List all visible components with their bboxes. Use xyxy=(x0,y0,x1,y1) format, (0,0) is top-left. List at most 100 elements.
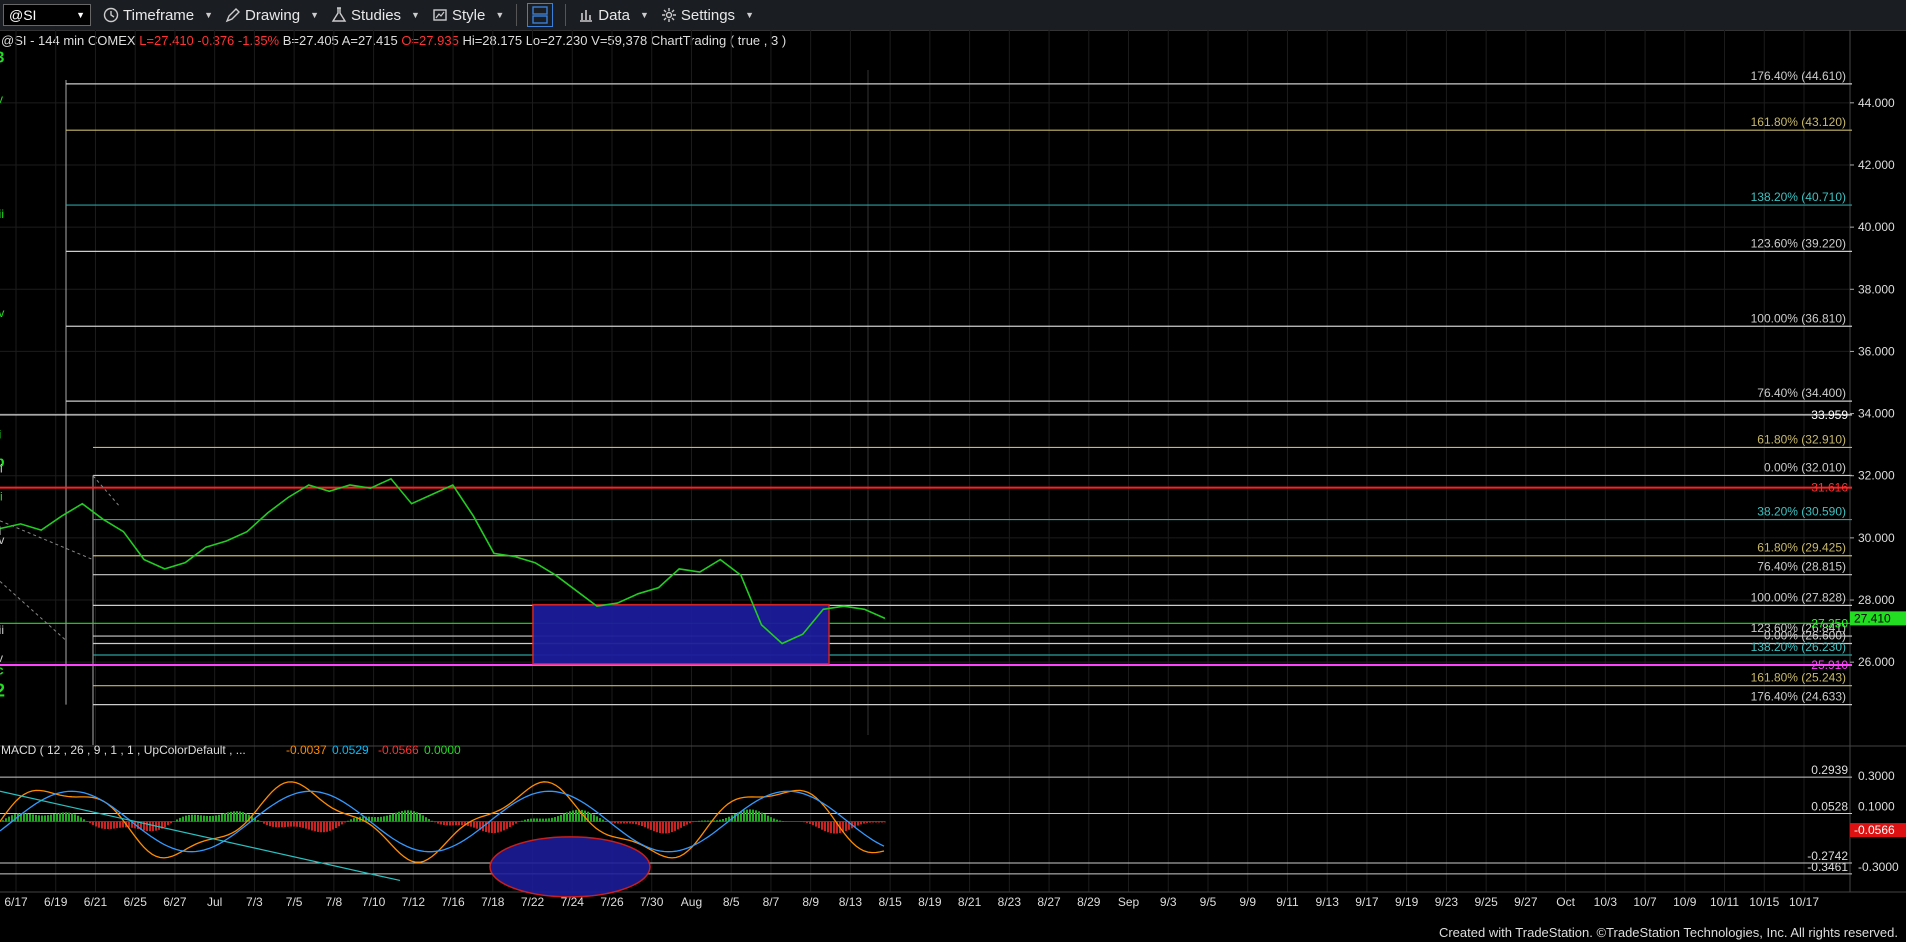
macd-histogram-bar xyxy=(596,816,598,822)
macd-value: -0.0566 xyxy=(378,743,419,757)
macd-histogram-bar xyxy=(620,821,622,824)
date-tick-label: 8/29 xyxy=(1077,895,1101,909)
wave-label: iv xyxy=(0,533,4,547)
macd-histogram-bar xyxy=(659,821,661,834)
date-tick-label: 7/30 xyxy=(640,895,664,909)
macd-histogram-bar xyxy=(167,821,169,826)
macd-histogram-bar xyxy=(572,810,574,822)
date-tick-label: 8/19 xyxy=(918,895,942,909)
studies-label: Studies xyxy=(351,6,402,24)
fib-level-label: 38.20% (30.590) xyxy=(1757,505,1846,519)
macd-histogram-bar xyxy=(119,821,121,828)
date-tick-label: 9/27 xyxy=(1514,895,1538,909)
macd-histogram-bar xyxy=(197,814,199,822)
macd-histogram-bar xyxy=(443,821,445,826)
macd-histogram-bar xyxy=(599,818,601,822)
chevron-down-icon: ▼ xyxy=(495,10,505,20)
panel-layout-icon xyxy=(532,6,548,24)
macd-histogram-bar xyxy=(146,821,148,831)
macd-histogram-bar xyxy=(449,821,451,826)
macd-tick-label: 0.3000 xyxy=(1858,769,1895,783)
macd-histogram-bar xyxy=(101,821,103,829)
symbol-value: @SI xyxy=(9,7,37,23)
drawing-button[interactable]: Drawing ▼ xyxy=(225,7,319,24)
macd-histogram-bar xyxy=(389,814,391,822)
macd-histogram-bar xyxy=(521,820,523,822)
macd-histogram-bar xyxy=(881,821,883,823)
date-tick-label: 7/8 xyxy=(326,895,343,909)
macd-histogram-bar xyxy=(617,821,619,824)
date-tick-label: 9/13 xyxy=(1316,895,1340,909)
macd-histogram-bar xyxy=(98,821,100,828)
macd-histogram-bar xyxy=(554,817,556,822)
macd-histogram-bar xyxy=(200,815,202,822)
data-button[interactable]: Data ▼ xyxy=(578,7,649,24)
macd-histogram-bar xyxy=(53,814,55,822)
macd-histogram-bar xyxy=(719,819,721,822)
macd-histogram-bar xyxy=(314,821,316,832)
macd-histogram-bar xyxy=(275,821,277,828)
style-icon xyxy=(433,9,447,21)
chevron-down-icon: ▼ xyxy=(411,10,420,20)
macd-histogram-bar xyxy=(569,811,571,822)
macd-histogram-bar xyxy=(344,821,346,823)
timeframe-button[interactable]: Timeframe ▼ xyxy=(103,7,213,24)
clock-icon xyxy=(103,7,119,23)
macd-histogram-bar xyxy=(815,821,817,827)
macd-histogram-bar xyxy=(401,810,403,822)
macd-histogram-bar xyxy=(65,812,67,822)
fib-level-label: 161.80% (25.243) xyxy=(1751,671,1846,685)
pencil-icon xyxy=(225,8,241,23)
macd-histogram-bar xyxy=(350,819,352,822)
macd-histogram-bar xyxy=(71,813,73,822)
macd-histogram-bar xyxy=(353,818,355,822)
symbol-selector[interactable]: @SI ▼ xyxy=(3,4,91,26)
macd-histogram-bar xyxy=(632,821,634,824)
macd-histogram-bar xyxy=(170,821,172,824)
macd-histogram-bar xyxy=(236,811,238,822)
settings-button[interactable]: Settings ▼ xyxy=(661,7,754,24)
macd-histogram-bar xyxy=(221,814,223,822)
macd-histogram-bar xyxy=(224,813,226,822)
style-button[interactable]: Style ▼ xyxy=(432,7,504,24)
price-tick-label: 26.000 xyxy=(1858,655,1895,669)
macd-histogram-bar xyxy=(245,813,247,822)
wave-label: 3 xyxy=(0,49,5,66)
wave-label: 2 xyxy=(0,680,5,700)
date-tick-label: 10/9 xyxy=(1673,895,1697,909)
price-chart[interactable]: 176.40% (44.610) 161.80% (43.120) 138.20% … xyxy=(0,30,1906,942)
studies-button[interactable]: Studies ▼ xyxy=(331,7,420,24)
macd-histogram-bar xyxy=(206,815,208,822)
macd-histogram-bar xyxy=(605,820,607,822)
layout-toggle-button[interactable] xyxy=(527,3,554,27)
macd-histogram-bar xyxy=(347,820,349,822)
macd-histogram-bar xyxy=(527,819,529,822)
macd-histogram-bar xyxy=(806,821,808,823)
macd-histogram-bar xyxy=(263,821,265,824)
macd-histogram-bar xyxy=(821,821,823,830)
fib-level-label: 176.40% (24.633) xyxy=(1751,690,1846,704)
macd-histogram-bar xyxy=(83,819,85,822)
macd-histogram-bar xyxy=(122,821,124,828)
macd-histogram-bar xyxy=(581,809,583,822)
wave-label: c xyxy=(0,663,4,678)
macd-histogram-bar xyxy=(638,821,640,826)
macd-histogram-bar xyxy=(515,821,517,824)
date-tick-label: 7/18 xyxy=(481,895,505,909)
macd-title: MACD ( 12 , 26 , 9 , 1 , 1 , UpColorDefa… xyxy=(1,743,246,757)
macd-tick-label: 0.1000 xyxy=(1858,799,1895,813)
fib-level-label: 100.00% (36.810) xyxy=(1751,311,1846,325)
date-tick-label: 7/3 xyxy=(246,895,263,909)
wave-label: ii xyxy=(0,490,3,504)
macd-histogram-bar xyxy=(233,811,235,822)
macd-histogram-bar xyxy=(419,813,421,822)
macd-histogram-bar xyxy=(812,821,814,826)
macd-histogram-bar xyxy=(473,821,475,828)
macd-histogram-bar xyxy=(272,821,274,827)
macd-histogram-bar xyxy=(566,812,568,822)
macd-histogram-bar xyxy=(542,818,544,822)
fib-level-label: 138.20% (40.710) xyxy=(1751,190,1846,204)
macd-histogram-bar xyxy=(689,821,691,824)
macd-histogram-bar xyxy=(242,812,244,822)
macd-histogram-bar xyxy=(431,820,433,822)
